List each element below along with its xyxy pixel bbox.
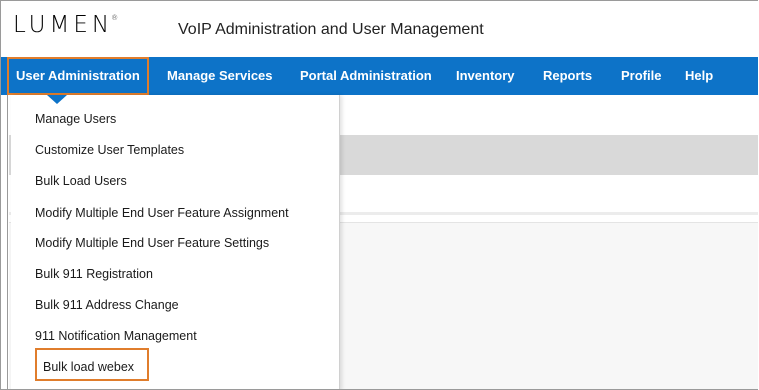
nav-portal-administration[interactable]: Portal Administration xyxy=(300,57,432,95)
dropdown-caret-icon xyxy=(47,95,67,104)
menu-item-manage-users[interactable]: Manage Users xyxy=(35,112,116,126)
menu-item-bulk-911-registration[interactable]: Bulk 911 Registration xyxy=(35,267,153,281)
nav-inventory[interactable]: Inventory xyxy=(456,57,515,95)
bulk-load-webex-highlight xyxy=(35,348,149,381)
app-window: LUMEN® VoIP Administration and User Mana… xyxy=(0,0,758,390)
user-administration-menu: Manage Users Customize User Templates Bu… xyxy=(11,95,340,389)
nav-help[interactable]: Help xyxy=(685,57,713,95)
nav-profile[interactable]: Profile xyxy=(621,57,661,95)
menu-item-modify-feature-assignment[interactable]: Modify Multiple End User Feature Assignm… xyxy=(35,206,289,220)
main-nav: User Administration Manage Services Port… xyxy=(1,57,758,95)
menu-item-modify-feature-settings[interactable]: Modify Multiple End User Feature Setting… xyxy=(35,236,269,250)
menu-item-customize-user-templates[interactable]: Customize User Templates xyxy=(35,143,184,157)
left-border xyxy=(7,95,8,389)
app-title: VoIP Administration and User Management xyxy=(178,21,484,38)
nav-user-administration[interactable]: User Administration xyxy=(7,57,149,95)
menu-item-911-notification-management[interactable]: 911 Notification Management xyxy=(35,329,197,343)
nav-reports[interactable]: Reports xyxy=(543,57,592,95)
menu-item-bulk-load-users[interactable]: Bulk Load Users xyxy=(35,174,127,188)
nav-manage-services[interactable]: Manage Services xyxy=(167,57,273,95)
menu-item-bulk-911-address-change[interactable]: Bulk 911 Address Change xyxy=(35,298,179,312)
header: LUMEN® VoIP Administration and User Mana… xyxy=(1,1,758,57)
lumen-logo: LUMEN® xyxy=(13,12,119,38)
